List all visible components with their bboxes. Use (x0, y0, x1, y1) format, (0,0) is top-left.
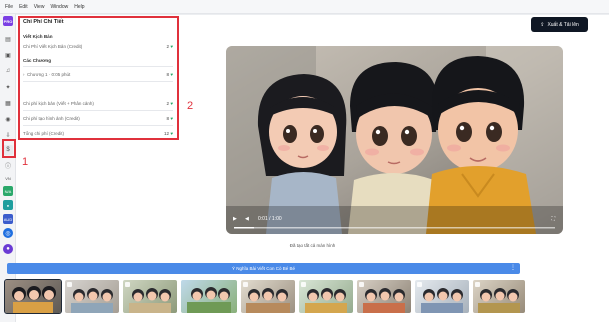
summary-label: Chi phí kịch bản (Viết + Phân cảnh) (23, 100, 94, 106)
scene-thumbnail[interactable] (65, 280, 119, 313)
script-cost-value: 2 (166, 43, 170, 49)
gallery-icon[interactable]: ▦ (3, 98, 13, 108)
timeline-thumbnails (4, 279, 525, 314)
export-upload-button[interactable]: ⇪ Xuất & Tải lên (531, 17, 588, 32)
menu-file[interactable]: File (5, 4, 13, 10)
summary-value: 2 (166, 100, 170, 106)
summary-total-row: Tổng chi phí (Credit) 12 ♥ (23, 129, 173, 137)
credit-icon: ♥ (170, 130, 173, 136)
status-bar: Đã tạo tất cả màn hình (16, 243, 609, 253)
summary-row: Chi phí kịch bản (Viết + Phân cảnh) 2 ♥ (23, 99, 173, 107)
image-icon[interactable]: ▣ (3, 50, 13, 60)
credit-icon: ♥ (170, 71, 173, 77)
play-icon[interactable]: ▶ (233, 214, 237, 224)
chevron-right-icon[interactable]: › (23, 72, 25, 77)
language-badge-icon[interactable]: VN (3, 173, 13, 183)
scene-thumbnail[interactable] (357, 280, 411, 313)
scene-badge-icon (417, 282, 422, 287)
scene-thumbnail[interactable] (4, 279, 62, 314)
summary-value: 8 (166, 115, 170, 121)
scene-badge-icon (301, 282, 306, 287)
menu-help[interactable]: Help (74, 4, 84, 10)
eye-icon[interactable]: ◉ (3, 114, 13, 124)
music-icon[interactable]: ♫ (3, 66, 13, 76)
menu-window[interactable]: Window (50, 4, 68, 10)
scene-badge-icon (475, 282, 480, 287)
status-text: Đã tạo tất cả màn hình (289, 243, 336, 248)
avatar[interactable]: ● (3, 244, 13, 254)
audio-badge-icon[interactable]: AUD (3, 214, 13, 224)
credit-icon: ♥ (170, 115, 173, 121)
magic-wand-icon[interactable]: ✦ (3, 82, 13, 92)
export-upload-label: Xuất & Tải lên (547, 21, 579, 28)
app-logo-icon: PRO (3, 16, 13, 26)
status-badge-icon[interactable]: ● (3, 200, 13, 210)
menu-view[interactable]: View (34, 4, 45, 10)
app-menubar: File Edit View Window Help (0, 0, 609, 14)
summary-total-label: Tổng chi phí (Credit) (23, 130, 65, 136)
scene-badge-icon (67, 282, 72, 287)
cost-detail-panel: Chi Phí Chi Tiết Viết Kịch Bản Chi Phí V… (18, 16, 178, 140)
credit-icon: ♥ (170, 43, 173, 49)
track-label: Ý Nghĩa Bài Viết Con Cò Bé Bé (232, 266, 295, 271)
info-icon[interactable]: ⓘ (3, 160, 13, 170)
annotation-number-2: 2 (187, 100, 194, 112)
panel-title: Chi Phí Chi Tiết (23, 19, 64, 25)
summary-label: Chi phí tạo hình ảnh (Credit) (23, 115, 80, 121)
fullscreen-icon[interactable]: ⛶ (551, 214, 555, 224)
scene-thumbnail[interactable] (473, 280, 525, 313)
na-badge-icon[interactable]: N/A (3, 186, 13, 196)
scene-thumbnail[interactable] (299, 280, 353, 313)
scene-badge-icon (243, 282, 248, 287)
scene-badge-icon (125, 282, 130, 287)
script-cost-row: Chi Phí Viết Kịch Bản (Credit) 2 ♥ (23, 42, 173, 50)
header-divider (16, 14, 609, 15)
summary-total-value: 12 (164, 130, 170, 136)
video-time: 0:01 / 1:00 (258, 216, 282, 222)
scene-badge-icon (359, 282, 364, 287)
scene-thumbnail[interactable] (415, 280, 469, 313)
document-icon[interactable]: ▤ (3, 34, 13, 44)
video-frame-image (226, 46, 563, 234)
chapters-section-title: Các Chương (23, 58, 52, 63)
timeline-track[interactable]: Ý Nghĩa Bài Viết Con Cò Bé Bé ⋮ (7, 263, 520, 274)
script-cost-label: Chi Phí Viết Kịch Bản (Credit) (23, 43, 83, 49)
scene-thumbnail[interactable] (123, 280, 177, 313)
chapter-row[interactable]: › Chương 1 · 0:05 phút 8 ♥ (23, 70, 173, 78)
chapter-cost-value: 8 (166, 71, 170, 77)
tool-rail: PRO ▤ ▣ ♫ ✦ ▦ ◉ ⇩ $ ⓘ VN N/A ● AUD ◎ ● (0, 14, 16, 322)
script-section-title: Viết Kịch Bản (23, 34, 53, 39)
scene-thumbnail[interactable] (181, 280, 237, 313)
upload-icon: ⇪ (540, 21, 545, 28)
scene-thumbnail[interactable] (241, 280, 295, 313)
video-player[interactable]: ▶ ◀ 0:01 / 1:00 ⛶ (226, 46, 563, 234)
chapter-label: Chương 1 · 0:05 phút (27, 71, 71, 77)
more-vertical-icon[interactable]: ⋮ (510, 263, 516, 274)
volume-icon[interactable]: ◀ (245, 214, 249, 224)
annotation-number-1: 1 (22, 156, 29, 168)
summary-row: Chi phí tạo hình ảnh (Credit) 8 ♥ (23, 114, 173, 122)
menu-edit[interactable]: Edit (19, 4, 28, 10)
account-icon[interactable]: ◎ (3, 228, 13, 238)
credit-icon: ♥ (170, 100, 173, 106)
annotation-box-rail (2, 139, 16, 158)
